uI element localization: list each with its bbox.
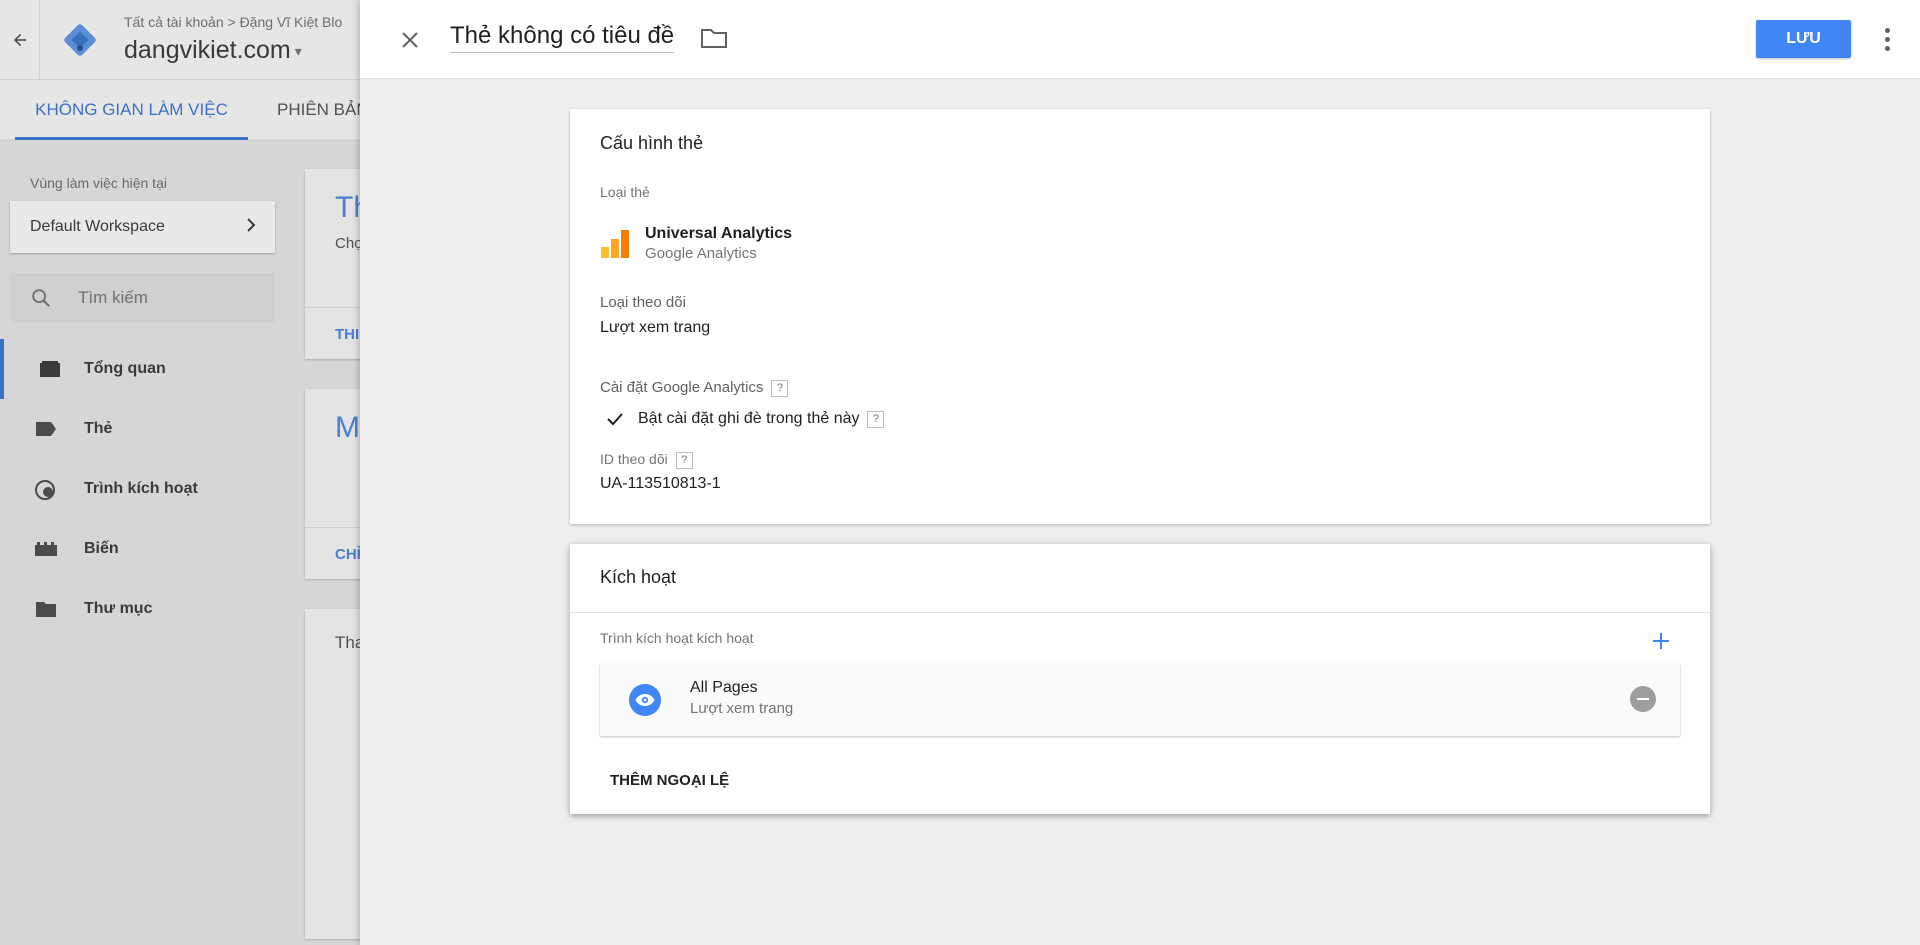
current-workspace-label: Vùng làm việc hiện tại	[30, 175, 167, 191]
card-heading: M	[335, 411, 360, 444]
sidebar-nav: Tổng quan Thẻ Trình kích hoạt Biến Thư m…	[0, 339, 290, 639]
tag-editor-panel: Thẻ không có tiêu đề LƯU Cấu hình thẻ Lo…	[360, 0, 1920, 945]
remove-trigger-button[interactable]	[1630, 686, 1656, 712]
sidebar-item-label: Thẻ	[84, 420, 113, 437]
tag-type-label: Loại thẻ	[600, 184, 650, 200]
plus-icon	[1653, 633, 1669, 649]
tracking-id-label: ID theo dõi	[600, 451, 668, 467]
search-icon	[30, 287, 52, 309]
account-selector[interactable]: dangvikiet.com ▾	[124, 36, 302, 65]
back-arrow-icon[interactable]	[0, 0, 40, 79]
add-exception-button[interactable]: THÊM NGOẠI LỆ	[600, 762, 739, 798]
search-placeholder: Tìm kiếm	[78, 288, 148, 307]
tag-configuration-card[interactable]: Cấu hình thẻ Loại thẻ Universal Analytic…	[570, 109, 1710, 524]
card-title: Kích hoạt	[600, 567, 677, 587]
account-name: dangvikiet.com	[124, 36, 291, 64]
tag-icon	[34, 419, 58, 439]
trigger-type: Lượt xem trang	[690, 700, 794, 717]
search-input[interactable]: Tìm kiếm	[10, 273, 275, 323]
sidebar-item-label: Tổng quan	[84, 360, 166, 377]
sidebar-item-tags[interactable]: Thẻ	[0, 399, 290, 459]
add-trigger-button[interactable]	[1646, 626, 1676, 656]
triggering-card: Kích hoạt Trình kích hoạt kích hoạt All …	[570, 544, 1710, 814]
divider	[570, 612, 1710, 613]
sidebar-item-folders[interactable]: Thư mục	[0, 579, 290, 639]
save-button[interactable]: LƯU	[1756, 20, 1851, 58]
tracking-id-label-row: ID theo dõi?	[600, 451, 693, 469]
sidebar-item-variables[interactable]: Biến	[0, 519, 290, 579]
help-icon[interactable]: ?	[867, 410, 885, 428]
panel-header: Thẻ không có tiêu đề LƯU	[360, 0, 1920, 79]
workspace-selector[interactable]: Default Workspace	[10, 201, 275, 253]
tracking-id-value: UA-113510813-1	[600, 475, 721, 492]
help-icon[interactable]: ?	[675, 451, 693, 469]
overview-icon	[38, 359, 62, 379]
track-type-value: Lượt xem trang	[600, 319, 711, 336]
tab-versions[interactable]: PHIÊN BẢN	[277, 80, 369, 140]
card-link[interactable]: THI	[335, 326, 359, 343]
help-icon[interactable]: ?	[771, 379, 789, 397]
folder-button[interactable]	[700, 26, 730, 52]
sidebar-item-label: Trình kích hoạt	[84, 480, 198, 497]
ga-settings-label: Cài đặt Google Analytics	[600, 379, 764, 396]
more-vert-icon-dot	[1884, 45, 1890, 51]
eye-icon	[629, 684, 661, 716]
checkmark-icon	[607, 413, 623, 426]
ga-settings-label-row: Cài đặt Google Analytics?	[600, 379, 789, 397]
sidebar-item-triggers[interactable]: Trình kích hoạt	[0, 459, 290, 519]
firing-triggers-label: Trình kích hoạt kích hoạt	[600, 630, 754, 646]
chevron-right-icon	[245, 217, 257, 238]
minus-icon	[1637, 698, 1649, 700]
sidebar-item-overview[interactable]: Tổng quan	[0, 339, 290, 399]
trigger-name: All Pages	[690, 679, 758, 696]
tag-name-input[interactable]: Thẻ không có tiêu đề	[450, 22, 675, 53]
override-label: Bật cài đặt ghi đè trong thẻ này	[638, 410, 860, 427]
chevron-down-icon: ▾	[294, 42, 302, 59]
tag-type-provider: Google Analytics	[645, 245, 757, 262]
more-options-button[interactable]	[1872, 20, 1902, 58]
sidebar: Vùng làm việc hiện tại Default Workspace…	[0, 139, 290, 945]
google-analytics-icon	[600, 229, 630, 259]
sidebar-item-label: Biến	[84, 540, 119, 557]
close-button[interactable]	[390, 20, 430, 60]
card-title: Cấu hình thẻ	[600, 133, 704, 153]
trigger-row[interactable]: All Pages Lượt xem trang	[600, 664, 1680, 736]
tag-type-name: Universal Analytics	[645, 225, 793, 242]
close-icon	[402, 32, 418, 48]
more-vert-icon-dot	[1884, 36, 1890, 42]
folder-icon	[34, 599, 58, 619]
track-type-label: Loại theo dõi	[600, 294, 686, 311]
sidebar-item-label: Thư mục	[84, 600, 153, 617]
folder-icon	[701, 29, 727, 48]
more-vert-icon	[1884, 27, 1890, 33]
override-settings-checkbox[interactable]: Bật cài đặt ghi đè trong thẻ này?	[606, 409, 885, 429]
tab-workspace[interactable]: KHÔNG GIAN LÀM VIỆC	[15, 80, 248, 140]
variable-icon	[34, 539, 58, 559]
workspace-name: Default Workspace	[30, 218, 165, 235]
gtm-logo-icon	[62, 22, 98, 58]
card-text: Chọ	[335, 235, 363, 252]
trigger-icon	[34, 479, 58, 500]
card-link[interactable]: CHỈ	[335, 546, 361, 563]
breadcrumb[interactable]: Tất cả tài khoản > Đặng Vĩ Kiệt Blo	[124, 14, 342, 30]
